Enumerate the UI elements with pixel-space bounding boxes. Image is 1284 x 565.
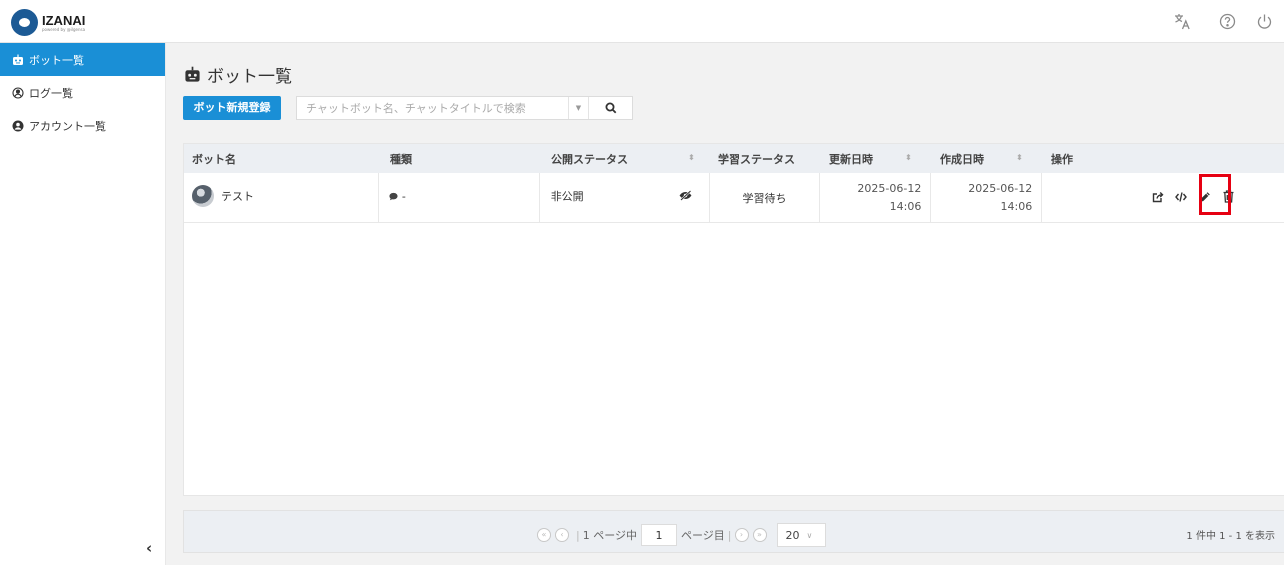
column-header-learn-status: 学習ステータス	[718, 152, 795, 166]
edit-highlight-box	[1199, 174, 1231, 215]
robot-icon	[184, 66, 201, 83]
sidebar-item-label: ログ一覧	[29, 86, 73, 100]
column-header-name: ボット名	[192, 152, 236, 166]
search-icon	[605, 102, 616, 114]
bot-table: ボット名 種類 公開ステータス ⬍ 学習ステータス 更新日時 ⬍ 作成日時 ⬍ …	[183, 143, 1284, 496]
column-header-created[interactable]: 作成日時 ⬍	[932, 144, 1043, 173]
pagination-bar: « ‹ | 1 ページ中 ページ目 | › » 20 ∨ 1 件中 1 - 1 …	[183, 510, 1284, 553]
search-input[interactable]	[297, 97, 568, 119]
share-icon[interactable]	[1152, 191, 1164, 203]
sidebar: ボット一覧 ログ一覧 アカウント一覧 ‹	[0, 43, 166, 565]
page-suffix: ページ目	[681, 529, 725, 542]
bot-avatar	[192, 185, 214, 207]
next-page-icon[interactable]: ›	[734, 528, 749, 542]
search-dropdown-icon[interactable]: ▼	[568, 97, 588, 119]
robot-icon	[12, 54, 24, 66]
created-date: 2025-06-12	[968, 182, 1033, 195]
power-icon[interactable]	[1254, 12, 1274, 32]
search-button[interactable]	[588, 97, 632, 119]
column-header-public-status[interactable]: 公開ステータス ⬍	[540, 144, 710, 173]
column-header-actions: 操作	[1051, 152, 1073, 166]
sort-icon[interactable]: ⬍	[905, 154, 912, 162]
logo-subtitle: powered by @ilgensa	[42, 26, 86, 32]
log-icon	[12, 86, 24, 99]
sidebar-item-logs[interactable]: ログ一覧	[0, 76, 165, 109]
sidebar-item-accounts[interactable]: アカウント一覧	[0, 109, 165, 142]
last-page-icon[interactable]: »	[752, 528, 767, 542]
new-bot-button[interactable]: ボット新規登録	[183, 96, 281, 120]
bot-name[interactable]: テスト	[221, 188, 254, 204]
created-time: 14:06	[1000, 200, 1033, 213]
chat-bubble-icon	[389, 192, 398, 201]
sidebar-collapse-button[interactable]: ‹	[146, 539, 152, 557]
page-title: ボット一覧	[184, 62, 292, 87]
translate-icon[interactable]	[1172, 12, 1192, 32]
column-header-type: 種類	[390, 152, 412, 166]
page-number-input[interactable]	[641, 524, 677, 546]
bot-type: -	[401, 189, 406, 203]
sort-icon[interactable]: ⬍	[1016, 154, 1023, 162]
sort-icon[interactable]: ⬍	[688, 154, 695, 162]
updated-time: 14:06	[889, 200, 922, 213]
table-row[interactable]: テスト - 非公開 学習待ち 2025-06-12 14:06 2025-06-…	[184, 173, 1284, 223]
sidebar-item-label: ボット一覧	[29, 53, 84, 67]
table-header: ボット名 種類 公開ステータス ⬍ 学習ステータス 更新日時 ⬍ 作成日時 ⬍ …	[184, 144, 1284, 173]
top-header: IZANAI powered by @ilgensa	[0, 0, 1284, 43]
row-actions	[1042, 173, 1284, 223]
eye-slash-icon[interactable]	[679, 190, 692, 204]
page-size-select[interactable]: 20 ∨	[776, 523, 826, 547]
chevron-down-icon: ∨	[806, 530, 813, 540]
app-logo[interactable]: IZANAI powered by @ilgensa	[11, 9, 85, 36]
prev-page-icon[interactable]: ‹	[555, 528, 569, 542]
result-count: 1 件中 1 - 1 を表示	[1186, 531, 1275, 542]
code-embed-icon[interactable]	[1175, 191, 1188, 203]
help-icon[interactable]	[1217, 12, 1237, 32]
page-title-text: ボット一覧	[207, 67, 292, 87]
public-status: 非公開	[550, 190, 584, 203]
column-header-updated[interactable]: 更新日時 ⬍	[821, 144, 932, 173]
logo-name: IZANAI	[42, 12, 86, 28]
page-size-value: 20	[785, 528, 800, 542]
account-icon	[12, 120, 24, 132]
logo-mark-icon	[11, 9, 38, 36]
updated-date: 2025-06-12	[857, 182, 922, 195]
sidebar-item-bots[interactable]: ボット一覧	[0, 43, 165, 76]
sidebar-item-label: アカウント一覧	[29, 119, 106, 133]
search-box: ▼	[296, 96, 633, 120]
first-page-icon[interactable]: «	[537, 528, 551, 542]
learn-status: 学習待ち	[742, 192, 787, 205]
page-prefix: 1 ページ中	[582, 529, 637, 542]
